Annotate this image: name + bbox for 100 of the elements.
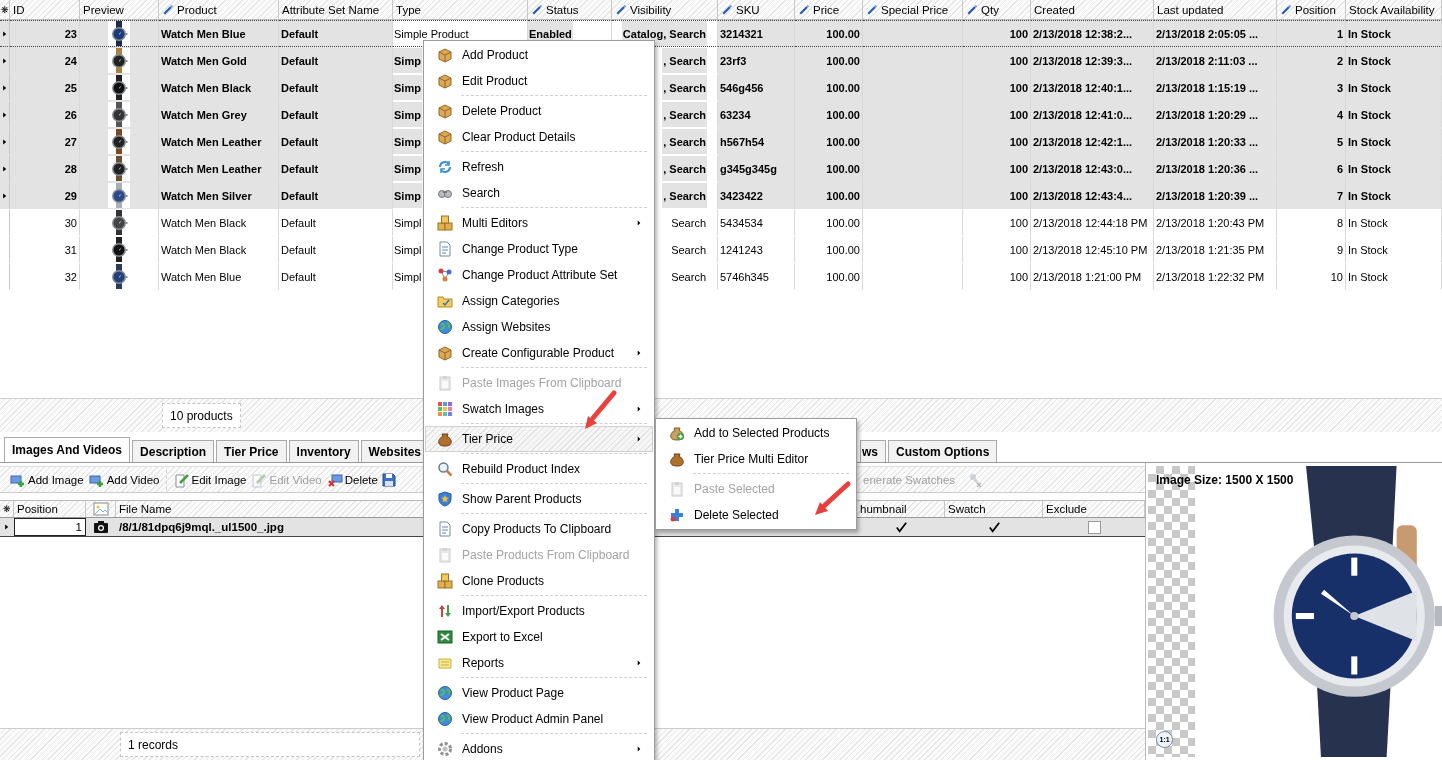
tab[interactable]: Description <box>132 440 215 462</box>
menu-item[interactable]: Search <box>425 180 653 206</box>
tab[interactable]: Tier Price <box>216 440 287 462</box>
image-size-label: Image Size: 1500 X 1500 <box>1156 473 1294 487</box>
table-cell: 63234 <box>718 101 795 128</box>
table-cell-text: Search <box>670 242 707 258</box>
menu-item[interactable]: Addons <box>425 736 653 760</box>
tab[interactable]: Inventory <box>288 440 359 462</box>
table-cell: 100.00 <box>795 128 863 155</box>
menu-item[interactable]: Refresh <box>425 154 653 180</box>
table-cell: 6 <box>1277 155 1346 182</box>
bag-icon <box>437 431 453 447</box>
box-icon <box>437 47 453 63</box>
table-cell: 546g456 <box>718 74 795 101</box>
table-cell: 25 <box>10 74 80 101</box>
menu-item[interactable]: View Product Admin Panel <box>425 706 653 732</box>
column-header[interactable]: Qty <box>981 3 999 16</box>
table-cell: 2/13/2018 12:42:1... <box>1031 128 1154 155</box>
toolbar-button[interactable]: Add Image <box>8 469 86 490</box>
column-header[interactable]: Status <box>546 3 579 16</box>
table-cell: 2/13/2018 12:43:0... <box>1031 155 1154 182</box>
table-cell: In Stock <box>1346 128 1442 155</box>
refresh-icon <box>437 159 453 175</box>
menu-item[interactable]: Create Configurable Product <box>425 340 653 366</box>
table-cell: , Search <box>662 102 707 127</box>
menu-item[interactable]: Show Parent Products <box>425 486 653 512</box>
checkbox[interactable] <box>1087 520 1101 534</box>
globe-icon <box>437 711 453 727</box>
checkbox[interactable] <box>987 520 1001 534</box>
column-header[interactable]: Price <box>813 3 840 16</box>
column-header[interactable]: Stock Availability <box>1349 3 1435 16</box>
menu-item[interactable]: Swatch Images <box>425 396 653 422</box>
table-cell: Watch Men Leather <box>159 128 279 155</box>
clipboard-icon <box>437 547 453 563</box>
box-icon <box>437 345 453 361</box>
column-header[interactable]: ID <box>13 3 25 16</box>
checkbox[interactable] <box>894 520 908 534</box>
table-cell: Default <box>279 263 393 290</box>
table-cell: 2/13/2018 12:39:3... <box>1031 47 1154 74</box>
column-header[interactable]: Visibility <box>630 3 672 16</box>
menu-item[interactable]: Tier Price Multi Editor <box>657 446 855 472</box>
table-cell: 100.00 <box>795 209 863 236</box>
table-cell: 2/13/2018 12:44:18 PM <box>1031 209 1154 236</box>
table-cell: Watch Men Black <box>159 209 279 236</box>
nodes-icon <box>437 267 453 283</box>
table-cell: Watch Men Blue <box>159 20 279 47</box>
menu-item[interactable]: Delete Product <box>425 98 653 124</box>
table-cell: 2/13/2018 1:20:39 ... <box>1154 182 1277 209</box>
menu-item[interactable]: Assign Websites <box>425 314 653 340</box>
table-cell: Simp <box>393 183 422 208</box>
table-cell: 5746h345 <box>718 263 795 290</box>
menu-item[interactable]: Add to Selected Products <box>657 420 855 446</box>
table-cell: , Search <box>662 75 707 100</box>
menu-item[interactable]: Tier Price <box>425 426 653 452</box>
tab[interactable]: Custom Options <box>888 440 998 462</box>
tab[interactable]: ws <box>860 440 886 462</box>
table-cell: In Stock <box>1346 263 1442 290</box>
image-icon <box>92 501 109 517</box>
menu-item[interactable]: Multi Editors <box>425 210 653 236</box>
menu-item[interactable]: View Product Page <box>425 680 653 706</box>
menu-item[interactable]: Reports <box>425 650 653 676</box>
table-cell: 30 <box>10 209 80 236</box>
tab[interactable]: Images And Videos <box>4 437 131 462</box>
column-header[interactable]: Swatch <box>948 503 986 515</box>
menu-item[interactable]: Clone Products <box>425 568 653 594</box>
menu-item[interactable]: Assign Categories <box>425 288 653 314</box>
column-header[interactable]: Type <box>396 3 421 16</box>
table-cell: 3 <box>1277 74 1346 101</box>
column-header[interactable]: Position <box>17 503 58 515</box>
clipboard-icon <box>669 481 685 497</box>
column-header[interactable]: Preview <box>83 3 124 16</box>
column-header[interactable]: SKU <box>736 3 760 16</box>
header-marker: ❋ <box>2 504 11 514</box>
menu-item[interactable]: Clear Product Details <box>425 124 653 150</box>
menu-item[interactable]: Change Product Type <box>425 236 653 262</box>
menu-item[interactable]: Export to Excel <box>425 624 653 650</box>
column-header[interactable]: Position <box>1295 3 1336 16</box>
menu-item[interactable]: Import/Export Products <box>425 598 653 624</box>
bag-add-icon <box>669 425 685 441</box>
table-cell-text: Simpl <box>393 242 423 258</box>
column-header[interactable]: Last updated <box>1157 3 1224 16</box>
column-header[interactable]: Special Price <box>881 3 949 16</box>
table-cell: Simp <box>393 48 422 73</box>
table-cell: 100 <box>963 209 1031 236</box>
toolbar-button[interactable]: Add Video <box>86 469 162 490</box>
menu-item[interactable]: Edit Product <box>425 68 653 94</box>
table-cell: Default <box>279 155 393 182</box>
column-header[interactable]: Exclude <box>1046 503 1087 515</box>
column-header[interactable]: Attribute Set Name <box>282 3 380 16</box>
toolbar-button[interactable]: Delete <box>324 469 380 490</box>
table-cell: 24 <box>10 47 80 74</box>
column-header[interactable]: Product <box>177 3 217 16</box>
column-header[interactable]: File Name <box>119 503 172 515</box>
column-header[interactable]: Created <box>1034 3 1075 16</box>
menu-item[interactable]: Change Product Attribute Set <box>425 262 653 288</box>
table-cell: 5 <box>1277 128 1346 155</box>
column-header[interactable]: humbnail <box>860 503 907 515</box>
table-cell: Watch Men Blue <box>159 263 279 290</box>
toolbar-button[interactable]: Edit Image <box>171 469 249 490</box>
table-cell: 100.00 <box>795 182 863 209</box>
